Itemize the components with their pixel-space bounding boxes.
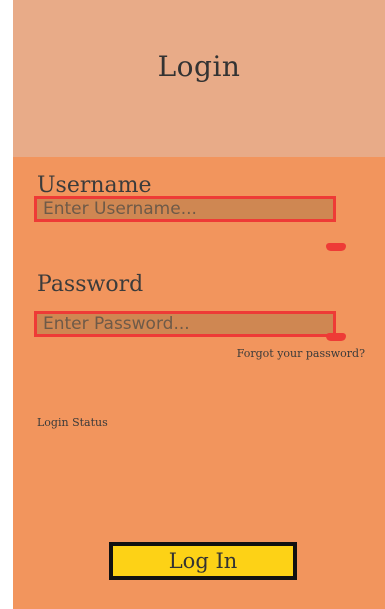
username-label: Username (37, 173, 152, 198)
resize-handle (326, 243, 346, 251)
login-screen: Login Username Password Forgot your pass… (13, 0, 385, 609)
username-input[interactable] (34, 196, 336, 222)
page-title: Login (157, 50, 241, 83)
resize-handle (326, 333, 346, 341)
forgot-password-link[interactable]: Forgot your password? (237, 347, 365, 360)
password-label: Password (37, 272, 144, 297)
login-status-text: Login Status (37, 416, 108, 429)
header-bar: Login (13, 0, 385, 157)
login-button[interactable]: Log In (109, 542, 297, 580)
password-input[interactable] (34, 311, 336, 337)
